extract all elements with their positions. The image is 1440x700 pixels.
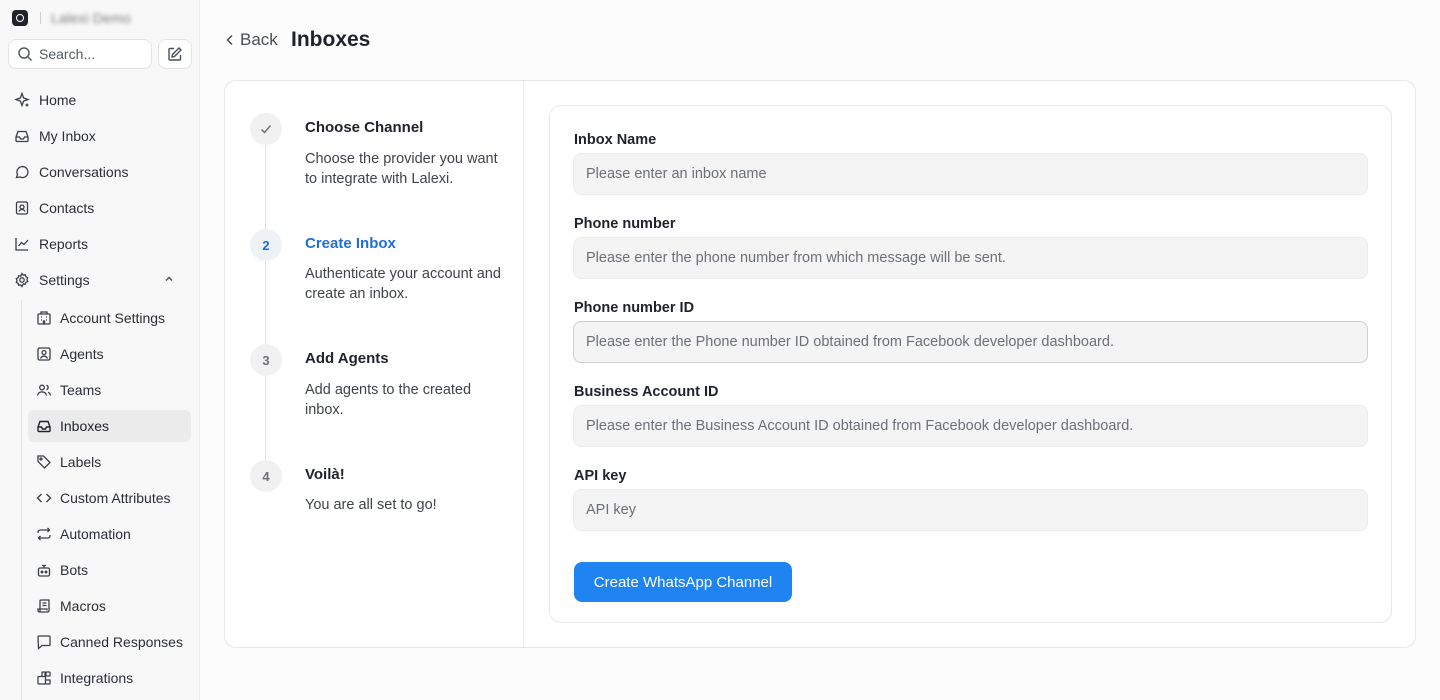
create-whatsapp-channel-button[interactable]: Create WhatsApp Channel [574,562,792,602]
step-2-title: Create Inbox [305,235,396,252]
business-account-id-label: Business Account ID [574,384,719,400]
step-2-description: Authenticate your account and create an … [305,266,501,302]
business-account-id-input[interactable] [573,405,1368,447]
search-input[interactable] [39,46,139,62]
phone-number-input[interactable] [573,237,1368,279]
sidebar-item-labels[interactable]: Labels [28,446,191,478]
sidebar-item-bots[interactable]: Bots [28,554,191,586]
account-name: Lalexi Demo [51,10,132,26]
sidebar-item-label: Teams [60,382,102,398]
chat-bubble-icon [15,165,29,179]
sidebar-item-label: Automation [60,526,131,542]
nav-item-conversations[interactable]: Conversations [6,157,192,187]
sidebar-item-inboxes[interactable]: Inboxes [28,410,191,442]
blocks-icon [37,671,51,685]
sidebar-item-automation[interactable]: Automation [28,518,191,550]
brand[interactable]: Lalexi Demo [12,10,131,26]
search-icon [18,47,33,62]
pencil-square-icon [168,47,182,61]
step-3-title: Add Agents [305,350,389,367]
search-box[interactable] [8,39,152,69]
chevron-left-icon [226,34,233,46]
nav-item-label: Settings [39,272,90,288]
step-4-indicator: 4 [250,460,282,492]
sidebar-item-macros[interactable]: Macros [28,590,191,622]
check-icon [260,125,272,134]
sidebar-item-label: Macros [60,598,106,614]
contact-card-icon [15,201,29,215]
steps-divider [523,81,524,647]
nav-item-reports[interactable]: Reports [6,229,192,259]
chat-bubble-logo-icon [12,10,28,26]
step-1-description: Choose the provider you want to integrat… [305,151,498,187]
sidebar-item-label: Bots [60,562,89,578]
sidebar-item-label: Custom Attributes [60,490,171,506]
step-connector [265,145,266,229]
nav-item-label: Conversations [39,164,129,180]
compose-button[interactable] [158,39,192,69]
bot-icon [37,564,51,577]
step-connector [265,261,266,344]
inbox-name-input[interactable] [573,153,1368,195]
chevron-up-icon[interactable] [163,273,175,285]
sidebar-item-canned-responses[interactable]: Canned Responses [28,626,191,658]
sidebar-item-label: Account Settings [60,310,166,326]
gear-icon [15,272,29,288]
nav-item-label: Contacts [39,200,95,216]
nav-item-my-inbox[interactable]: My Inbox [6,121,192,151]
whatsapp-channel-form: Inbox Name Phone number Phone number ID … [549,105,1392,623]
step-1-title: Choose Channel [305,119,424,136]
step-3-indicator: 3 [250,344,282,376]
line-chart-icon [15,238,29,251]
user-square-icon [37,347,51,361]
nav-item-settings[interactable]: Settings [6,265,192,295]
inbox-icon [37,420,51,433]
page-title: Inboxes [291,28,371,51]
sidebar-item-label: Canned Responses [60,634,183,650]
sidebar-item-custom-attributes[interactable]: Custom Attributes [28,482,191,514]
inbox-name-label: Inbox Name [574,132,657,148]
api-key-label: API key [574,468,627,484]
building-icon [37,311,51,325]
brand-divider [40,12,41,24]
sidebar-item-label: Agents [60,346,104,362]
inbox-wizard-card: Choose Channel Choose the provider you w… [224,80,1416,648]
sidebar-item-agents[interactable]: Agents [28,338,191,370]
users-icon [36,384,52,396]
message-square-icon [37,635,51,650]
nav-item-label: My Inbox [39,128,96,144]
sidebar: Lalexi Demo Home My Inbox Conversations … [0,0,200,700]
step-3-description: Add agents to the created inbox. [305,382,472,418]
phone-number-label: Phone number [574,216,676,232]
sidebar-item-integrations[interactable]: Integrations [28,662,191,694]
nav-item-label: Reports [39,236,89,252]
nav-item-home[interactable]: Home [6,85,192,115]
nav-item-label: Home [39,92,77,108]
phone-number-id-input[interactable] [573,321,1368,363]
repeat-icon [37,527,51,541]
sidebar-item-label: Labels [60,454,102,470]
scroll-icon [37,599,50,613]
inbox-icon [15,130,29,143]
back-label: Back [240,30,278,49]
tag-icon [37,455,51,469]
step-4-description: You are all set to go! [305,497,437,513]
phone-number-id-label: Phone number ID [574,300,695,316]
api-key-input[interactable] [573,489,1368,531]
settings-tree-line [21,300,22,700]
nav-item-contacts[interactable]: Contacts [6,193,192,223]
sidebar-item-label: Inboxes [60,418,110,434]
sparkle-icon [14,92,30,108]
sidebar-item-teams[interactable]: Teams [28,374,191,406]
code-icon [36,493,52,503]
sidebar-item-label: Integrations [60,670,134,686]
step-connector [265,376,266,460]
step-1-indicator [250,113,282,145]
sidebar-item-account-settings[interactable]: Account Settings [28,302,191,334]
step-4-title: Voilà! [305,466,345,483]
step-2-indicator: 2 [250,229,282,261]
back-button[interactable]: Back [224,30,278,50]
